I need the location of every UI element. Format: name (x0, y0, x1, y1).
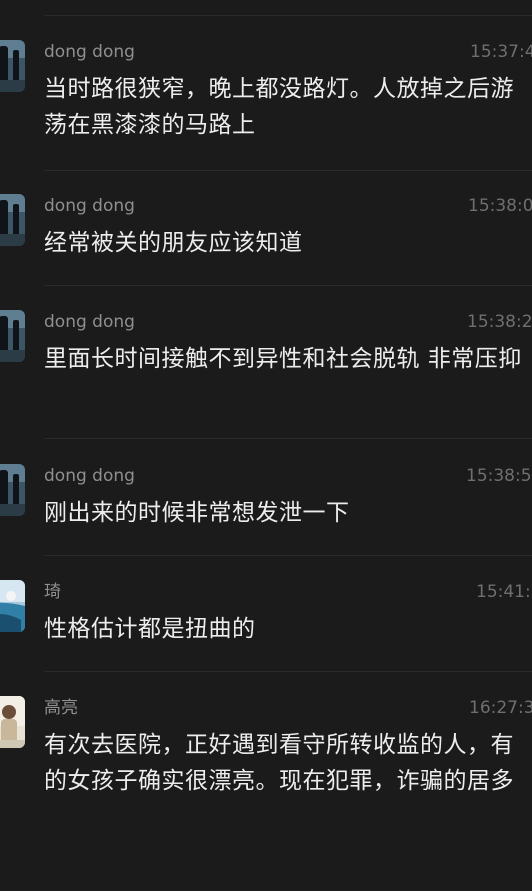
divider (44, 285, 532, 286)
sender-name: dong dong (44, 42, 135, 62)
message-text: 当时路很狭窄，晚上都没路灯。人放掉之后游荡在黑漆漆的马路上 (44, 76, 514, 138)
sender-avatar[interactable] (0, 40, 25, 92)
message-text: 性格估计都是扭曲的 (44, 616, 256, 642)
message-item[interactable]: dong dong 15:38:28 里面长时间接触不到异性和社会脱轨 非常压抑 (0, 308, 532, 438)
message-time: 15:38:54 (466, 466, 532, 486)
blue-scene-avatar-icon (0, 580, 25, 632)
message-item[interactable]: dong dong 15:38:07 经常被关的朋友应该知道 (0, 192, 532, 285)
message-item[interactable]: dong dong 15:38:54 刚出来的时候非常想发泄一下 (0, 462, 532, 555)
message-item[interactable]: 高亮 16:27:38 有次去医院，正好遇到看守所转收监的人，有的女孩子确实很漂… (0, 694, 532, 864)
message-time: 15:38:28 (467, 312, 532, 332)
message-time: 15:41:18 (476, 582, 532, 602)
divider (44, 170, 532, 171)
message-item[interactable]: 琦 15:41:18 性格估计都是扭曲的 (0, 578, 532, 671)
sender-avatar[interactable] (0, 194, 25, 246)
dark-figure-avatar-icon (0, 464, 25, 516)
divider (44, 671, 532, 672)
message-time: 15:37:42 (470, 42, 532, 62)
sender-name: dong dong (44, 196, 135, 216)
message-time: 15:38:07 (468, 196, 532, 216)
message-time: 16:27:38 (469, 698, 532, 718)
divider (44, 438, 532, 439)
sender-name: dong dong (44, 312, 135, 332)
divider (44, 15, 532, 16)
message-text: 经常被关的朋友应该知道 (44, 230, 303, 256)
divider (44, 555, 532, 556)
sender-avatar[interactable] (0, 696, 25, 748)
message-text: 有次去医院，正好遇到看守所转收监的人，有的女孩子确实很漂亮。现在犯罪，诈骗的居多 (44, 732, 514, 794)
message-text: 刚出来的时候非常想发泄一下 (44, 500, 350, 526)
sender-name: dong dong (44, 466, 135, 486)
sender-avatar[interactable] (0, 464, 25, 516)
dark-figure-avatar-icon (0, 194, 25, 246)
sender-name: 琦 (44, 582, 61, 602)
sender-avatar[interactable] (0, 310, 25, 362)
message-list[interactable]: dong dong 15:37:42 当时路很狭窄，晚上都没路灯。人放掉之后游荡… (0, 0, 532, 891)
sender-avatar[interactable] (0, 580, 25, 632)
message-text: 里面长时间接触不到异性和社会脱轨 非常压抑 (44, 346, 522, 372)
sender-name: 高亮 (44, 698, 78, 718)
dark-figure-avatar-icon (0, 310, 25, 362)
dark-figure-avatar-icon (0, 40, 25, 92)
message-item[interactable]: dong dong 15:37:42 当时路很狭窄，晚上都没路灯。人放掉之后游荡… (0, 38, 532, 170)
light-person-avatar-icon (0, 696, 25, 748)
